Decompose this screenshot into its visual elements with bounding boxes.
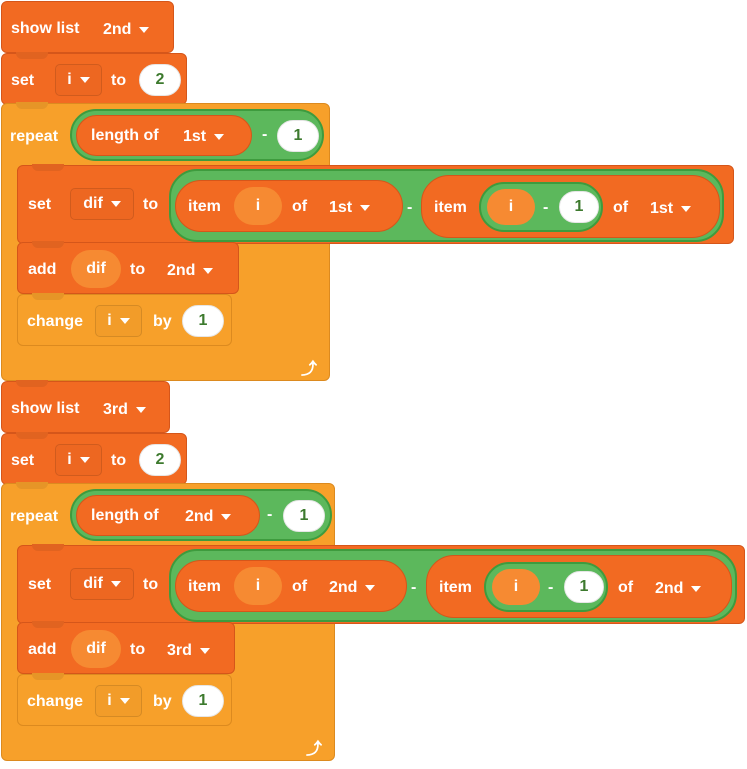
to-label: to	[111, 72, 127, 89]
value-input[interactable]: 2	[139, 444, 181, 476]
value-input[interactable]: 1	[559, 191, 599, 223]
set-dif-block[interactable]: set dif to item i of 2nd - item i - 1 of…	[17, 545, 745, 624]
list-dropdown[interactable]: 2nd	[655, 580, 701, 598]
subtract-operator[interactable]: item i of 1st - item i - 1 of 1st	[169, 169, 724, 242]
set-variable-block[interactable]: set i to 2	[1, 433, 187, 485]
item-of-reporter[interactable]: item i of 2nd	[175, 560, 407, 612]
by-label: by	[153, 313, 172, 330]
set-label: set	[28, 196, 52, 213]
list-dropdown[interactable]: 2nd	[329, 579, 375, 597]
to-label: to	[143, 576, 159, 593]
length-of-reporter[interactable]: length of 1st	[76, 115, 252, 156]
list-dropdown[interactable]: 1st	[650, 200, 691, 218]
variable-dropdown[interactable]: dif	[70, 568, 134, 600]
variable-dropdown[interactable]: i	[95, 305, 142, 337]
subtract-operator[interactable]: item i of 2nd - item i - 1 of 2nd	[169, 549, 737, 622]
list-dropdown[interactable]: 3rd	[167, 642, 210, 660]
variable-dropdown[interactable]: i	[95, 685, 142, 717]
set-label: set	[28, 576, 52, 593]
of-label: of	[613, 199, 629, 216]
show-list-label: show list	[11, 400, 80, 417]
variable-dropdown[interactable]: i	[55, 64, 102, 96]
change-label: change	[27, 313, 84, 330]
set-label: set	[11, 72, 35, 89]
variable-dropdown[interactable]: i	[55, 444, 102, 476]
value-input[interactable]: 1	[182, 305, 224, 337]
index-reporter[interactable]: i	[234, 567, 282, 605]
show-list-block[interactable]: show list 3rd	[1, 381, 170, 433]
of-label: of	[618, 579, 634, 596]
repeat-label: repeat	[10, 508, 59, 525]
list-dropdown[interactable]: 2nd	[167, 262, 213, 280]
length-of-reporter[interactable]: length of 2nd	[76, 495, 260, 536]
list-dropdown[interactable]: 1st	[329, 199, 370, 217]
variable-reporter[interactable]: dif	[71, 630, 121, 668]
length-of-label: length of	[91, 127, 159, 144]
index-reporter[interactable]: i	[492, 569, 540, 605]
loop-arrow-icon: ⤴	[306, 741, 323, 758]
to-label: to	[130, 261, 146, 278]
minus-label: -	[543, 199, 549, 216]
value-input[interactable]: 1	[283, 500, 325, 532]
add-label: add	[28, 261, 57, 278]
set-dif-block[interactable]: set dif to item i of 1st - item i - 1 of…	[17, 165, 734, 244]
of-label: of	[292, 198, 308, 215]
show-list-label: show list	[11, 20, 80, 37]
item-of-reporter[interactable]: item i - 1 of 2nd	[426, 555, 732, 618]
value-input[interactable]: 1	[182, 685, 224, 717]
change-variable-block[interactable]: change i by 1	[17, 674, 232, 726]
add-to-list-block[interactable]: add dif to 3rd	[17, 622, 235, 674]
subtract-operator[interactable]: length of 1st - 1	[70, 109, 324, 161]
of-label: of	[292, 578, 308, 595]
item-of-reporter[interactable]: item i - 1 of 1st	[421, 175, 720, 238]
value-input[interactable]: 2	[139, 64, 181, 96]
item-label: item	[188, 198, 221, 215]
list-dropdown[interactable]: 1st	[183, 128, 224, 146]
index-reporter[interactable]: i	[234, 187, 282, 225]
set-variable-block[interactable]: set i to 2	[1, 53, 187, 105]
item-label: item	[439, 579, 472, 596]
add-to-list-block[interactable]: add dif to 2nd	[17, 242, 239, 294]
minus-label: -	[267, 506, 273, 523]
to-label: to	[143, 196, 159, 213]
loop-arrow-icon: ⤴	[301, 361, 318, 378]
to-label: to	[111, 452, 127, 469]
subtract-operator[interactable]: i - 1	[479, 182, 603, 232]
value-input[interactable]: 1	[564, 571, 604, 603]
minus-label: -	[262, 126, 268, 143]
minus-label: -	[407, 199, 413, 216]
change-variable-block[interactable]: change i by 1	[17, 294, 232, 346]
add-label: add	[28, 641, 57, 658]
list-dropdown[interactable]: 3rd	[103, 401, 146, 419]
variable-reporter[interactable]: dif	[71, 250, 121, 288]
set-label: set	[11, 452, 35, 469]
change-label: change	[27, 693, 84, 710]
value-input[interactable]: 1	[277, 120, 319, 152]
variable-dropdown[interactable]: dif	[70, 188, 134, 220]
index-reporter[interactable]: i	[487, 189, 535, 225]
item-label: item	[434, 199, 467, 216]
length-of-label: length of	[91, 507, 159, 524]
show-list-block[interactable]: show list 2nd	[1, 1, 174, 53]
by-label: by	[153, 693, 172, 710]
item-of-reporter[interactable]: item i of 1st	[175, 180, 403, 232]
minus-label: -	[411, 579, 417, 596]
list-dropdown[interactable]: 2nd	[185, 508, 231, 526]
to-label: to	[130, 641, 146, 658]
subtract-operator[interactable]: length of 2nd - 1	[70, 489, 332, 541]
item-label: item	[188, 578, 221, 595]
minus-label: -	[548, 579, 554, 596]
repeat-label: repeat	[10, 128, 59, 145]
list-dropdown[interactable]: 2nd	[103, 21, 149, 39]
subtract-operator[interactable]: i - 1	[484, 562, 608, 612]
